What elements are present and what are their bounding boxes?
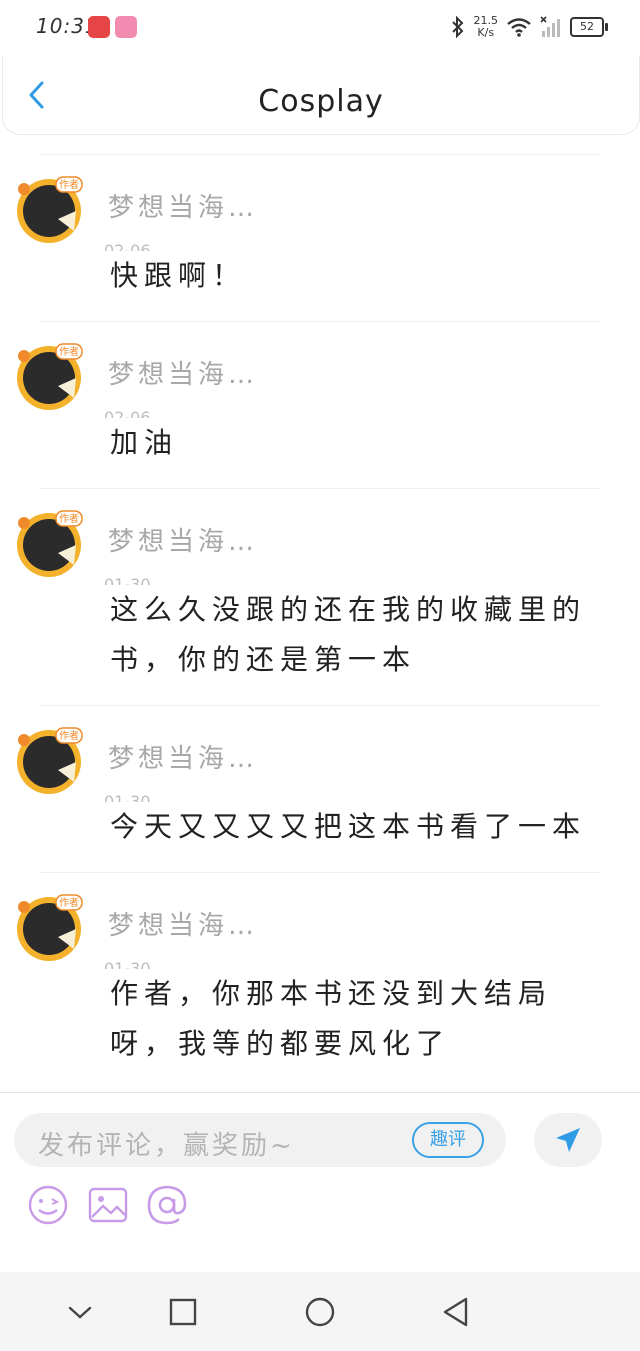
comment-input-bar: 发布评论，赢奖励~ 趣评 [0,1092,640,1273]
app-icon-1 [88,16,110,38]
comment-text: 作者，你那本书还没到大结局呀，我等的都要风化了 [110,977,553,1060]
comment-author[interactable]: 梦想当海… [108,905,258,942]
svg-text:作者: 作者 [59,346,79,358]
comment-input-placeholder[interactable]: 发布评论，赢奖励~ [38,1125,295,1162]
comment-item[interactable]: 作者 梦想当海… 01-30 作者，你那本书还没到大结局呀，我等的都要风化了 [0,873,640,1089]
comment-input[interactable]: 发布评论，赢奖励~ 趣评 [14,1113,506,1167]
comment-author[interactable]: 梦想当海… [108,521,258,558]
comment-text: 加油 [110,426,179,459]
send-icon [556,1128,580,1152]
comment-date: 02-06 [104,408,151,418]
recents-square-icon[interactable] [163,1292,203,1332]
bluetooth-icon [451,16,463,38]
author-avatar-icon: 作者 [17,343,83,410]
author-avatar-icon: 作者 [17,176,83,243]
comment-text: 今天又又又又把这本书看了一本 [110,810,587,843]
comment-text: 这么久没跟的还在我的收藏里的书，你的还是第一本 [110,593,587,676]
back-triangle-icon[interactable] [436,1292,476,1332]
comment-date: 02-06 [104,241,151,251]
net-speed-unit: K/s [477,26,495,39]
comment-item[interactable]: 作者 梦想当海… 01-30 这么久没跟的还在我的收藏里的书，你的还是第一本 [0,489,640,705]
home-circle-icon[interactable] [300,1292,340,1332]
comment-date: 01-30 [104,959,151,969]
comment-item[interactable]: 作者 梦想当海… 01-30 今天又又又又把这本书看了一本 [0,706,640,872]
author-avatar-icon: 作者 [17,727,83,794]
author-avatar-icon: 作者 [17,894,83,961]
avatar[interactable]: 作者 [14,726,84,796]
signal-icon [540,16,560,37]
avatar[interactable]: 作者 [14,893,84,963]
at-icon[interactable] [145,1183,189,1227]
comment-author[interactable]: 梦想当海… [108,187,258,224]
header: Cosplay [2,56,640,135]
status-bar: 10:31 21.5 K/s 52 [0,0,640,56]
emoji-icon[interactable] [26,1183,70,1227]
page-title: Cosplay [258,84,384,119]
comment-item[interactable]: 作者 梦想当海… 02-06 加油 [0,322,640,488]
svg-text:作者: 作者 [59,513,79,525]
quping-button[interactable]: 趣评 [412,1122,484,1158]
author-avatar-icon: 作者 [17,510,83,577]
send-button[interactable] [534,1113,602,1167]
wifi-icon [507,18,531,37]
avatar[interactable]: 作者 [14,175,84,245]
comment-author[interactable]: 梦想当海… [108,738,258,775]
avatar[interactable]: 作者 [14,509,84,579]
svg-text:作者: 作者 [59,897,79,909]
system-nav-bar [0,1272,640,1351]
comment-list[interactable]: 作者 梦想当海… 02-06 快跟啊！ 作者 梦想当海… 02-06 加油 作者… [0,154,640,1089]
chevron-down-icon[interactable] [60,1292,100,1332]
comment-item[interactable]: 作者 梦想当海… 02-06 快跟啊！ [0,155,640,321]
comment-date: 01-30 [104,575,151,585]
status-right-group: 21.5 K/s 52 [450,12,608,42]
avatar[interactable]: 作者 [14,342,84,412]
app-icon-2 [115,16,137,38]
svg-text:作者: 作者 [59,730,79,742]
net-speed: 21.5 K/s [474,15,499,39]
svg-text:作者: 作者 [59,179,79,191]
comment-author[interactable]: 梦想当海… [108,354,258,391]
battery-icon: 52 [570,17,608,37]
comment-date: 01-30 [104,792,151,802]
comment-text: 快跟啊！ [110,259,247,292]
image-icon[interactable] [86,1183,130,1227]
